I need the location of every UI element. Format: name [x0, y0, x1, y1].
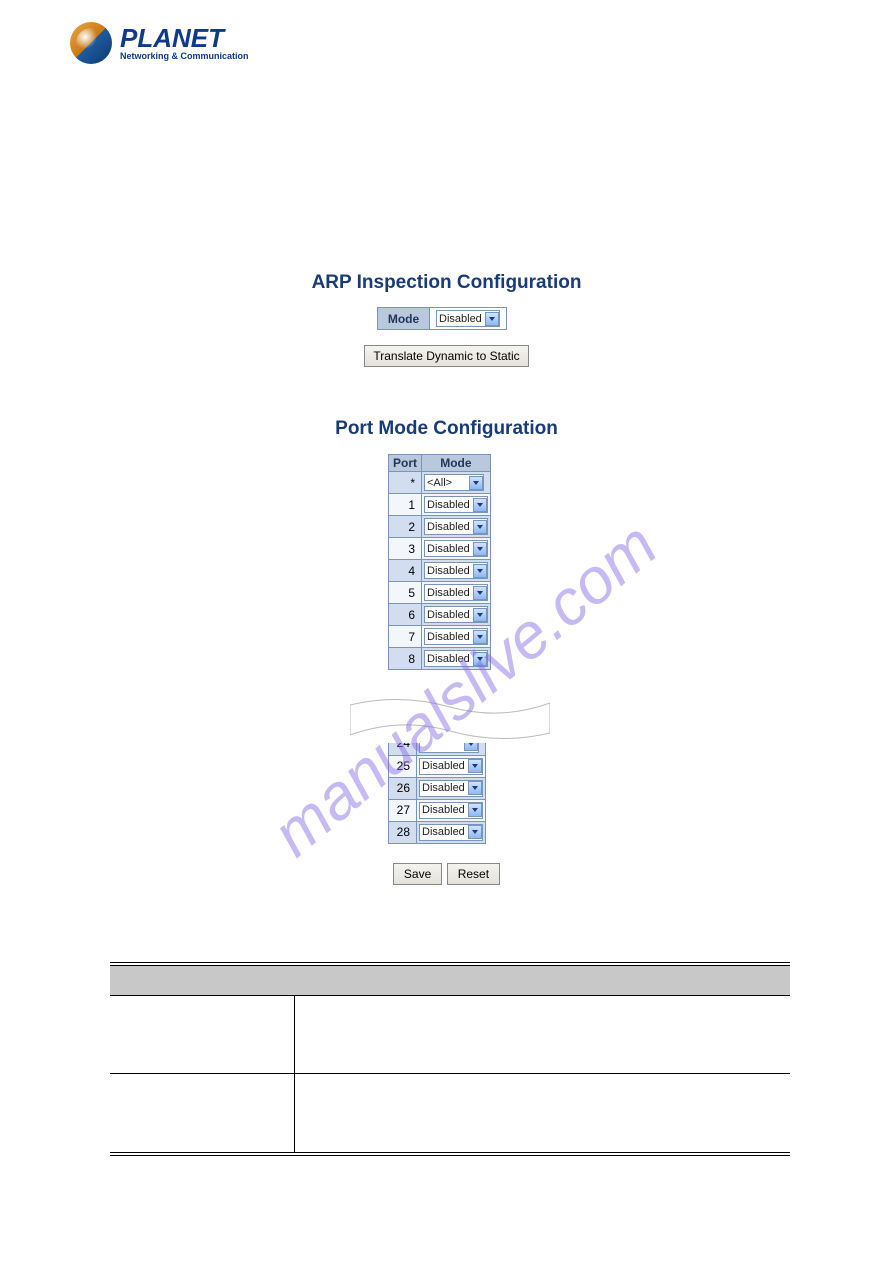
chevron-down-icon — [473, 586, 487, 600]
port-mode-table: Port Mode * <All> 1Disabled 2Disabled 3D… — [388, 454, 491, 670]
port-number: 4 — [389, 560, 422, 582]
brand-name: PLANET — [120, 25, 249, 51]
port-number: * — [389, 472, 422, 494]
port-number: 26 — [389, 777, 417, 799]
port-mode-select[interactable]: Disabled — [419, 824, 483, 841]
port-number: 5 — [389, 582, 422, 604]
port-mode-select[interactable]: Disabled — [424, 584, 488, 601]
brand-logo: PLANET Networking & Communication — [70, 22, 249, 64]
table-row: 4Disabled — [389, 560, 491, 582]
port-mode-select[interactable]: Disabled — [419, 758, 483, 775]
table-row: 6Disabled — [389, 604, 491, 626]
port-number: 2 — [389, 516, 422, 538]
chevron-down-icon — [468, 759, 482, 773]
description-header-desc — [295, 966, 790, 995]
port-number: 3 — [389, 538, 422, 560]
port-number: 28 — [389, 821, 417, 843]
port-number: 6 — [389, 604, 422, 626]
table-row: 3Disabled — [389, 538, 491, 560]
brand-text: PLANET Networking & Communication — [120, 25, 249, 61]
port-mode-select[interactable]: Disabled — [424, 562, 488, 579]
description-cell-desc — [295, 1074, 790, 1152]
save-button[interactable]: Save — [393, 863, 442, 885]
table-row: 27Disabled — [389, 799, 486, 821]
chevron-down-icon — [473, 608, 487, 622]
table-row: 25Disabled — [389, 755, 486, 777]
port-mode-select[interactable]: Disabled — [424, 628, 488, 645]
description-row — [110, 996, 790, 1074]
chevron-down-icon — [468, 803, 482, 817]
brand-tagline: Networking & Communication — [120, 51, 249, 61]
port-number: 25 — [389, 755, 417, 777]
port-number: 8 — [389, 648, 422, 670]
chevron-down-icon — [468, 781, 482, 795]
port-mode-select[interactable]: Disabled — [424, 496, 488, 513]
table-row: 7Disabled — [389, 626, 491, 648]
port-mode-select[interactable]: Disabled — [424, 518, 488, 535]
section-title-arp: ARP Inspection Configuration — [0, 272, 893, 294]
description-row — [110, 1074, 790, 1152]
mode-setting-table: Mode Disabled — [377, 307, 507, 330]
table-row: 26Disabled — [389, 777, 486, 799]
planet-globe-icon — [70, 22, 112, 64]
table-row: * <All> — [389, 472, 491, 494]
col-header-port: Port — [389, 455, 422, 472]
port-mode-select[interactable]: Disabled — [419, 780, 483, 797]
mode-select[interactable]: Disabled — [436, 310, 500, 327]
port-number: 1 — [389, 494, 422, 516]
description-cell-desc — [295, 996, 790, 1073]
port-mode-select[interactable]: Disabled — [419, 802, 483, 819]
chevron-down-icon — [473, 630, 487, 644]
port-mode-table-continued: 24 25Disabled 26Disabled 27Disabled 28Di… — [388, 730, 486, 844]
table-row: 2Disabled — [389, 516, 491, 538]
table-row: 1Disabled — [389, 494, 491, 516]
port-number: 27 — [389, 799, 417, 821]
port-mode-select-all[interactable]: <All> — [424, 474, 484, 491]
description-header-row — [110, 966, 790, 996]
chevron-down-icon — [468, 825, 482, 839]
chevron-down-icon — [473, 498, 487, 512]
port-mode-select[interactable]: Disabled — [424, 650, 488, 667]
select-value: <All> — [427, 477, 469, 489]
reset-button[interactable]: Reset — [447, 863, 500, 885]
torn-paper-divider — [350, 695, 550, 743]
description-table — [110, 962, 790, 1156]
port-number: 7 — [389, 626, 422, 648]
table-row: 5Disabled — [389, 582, 491, 604]
chevron-down-icon — [469, 476, 483, 490]
mode-value-cell: Disabled — [430, 308, 507, 330]
description-cell-object — [110, 1074, 295, 1152]
description-header-object — [110, 966, 295, 995]
translate-dynamic-button[interactable]: Translate Dynamic to Static — [364, 345, 528, 367]
col-header-mode: Mode — [422, 455, 491, 472]
chevron-down-icon — [473, 564, 487, 578]
port-mode-select[interactable]: Disabled — [424, 606, 488, 623]
description-cell-object — [110, 996, 295, 1073]
port-mode-select[interactable]: Disabled — [424, 540, 488, 557]
chevron-down-icon — [485, 312, 499, 326]
table-row: 8Disabled — [389, 648, 491, 670]
mode-select-value: Disabled — [439, 313, 485, 325]
section-title-port-mode: Port Mode Configuration — [0, 418, 893, 440]
chevron-down-icon — [473, 652, 487, 666]
mode-label: Mode — [378, 308, 430, 330]
chevron-down-icon — [473, 520, 487, 534]
table-row: 28Disabled — [389, 821, 486, 843]
chevron-down-icon — [473, 542, 487, 556]
